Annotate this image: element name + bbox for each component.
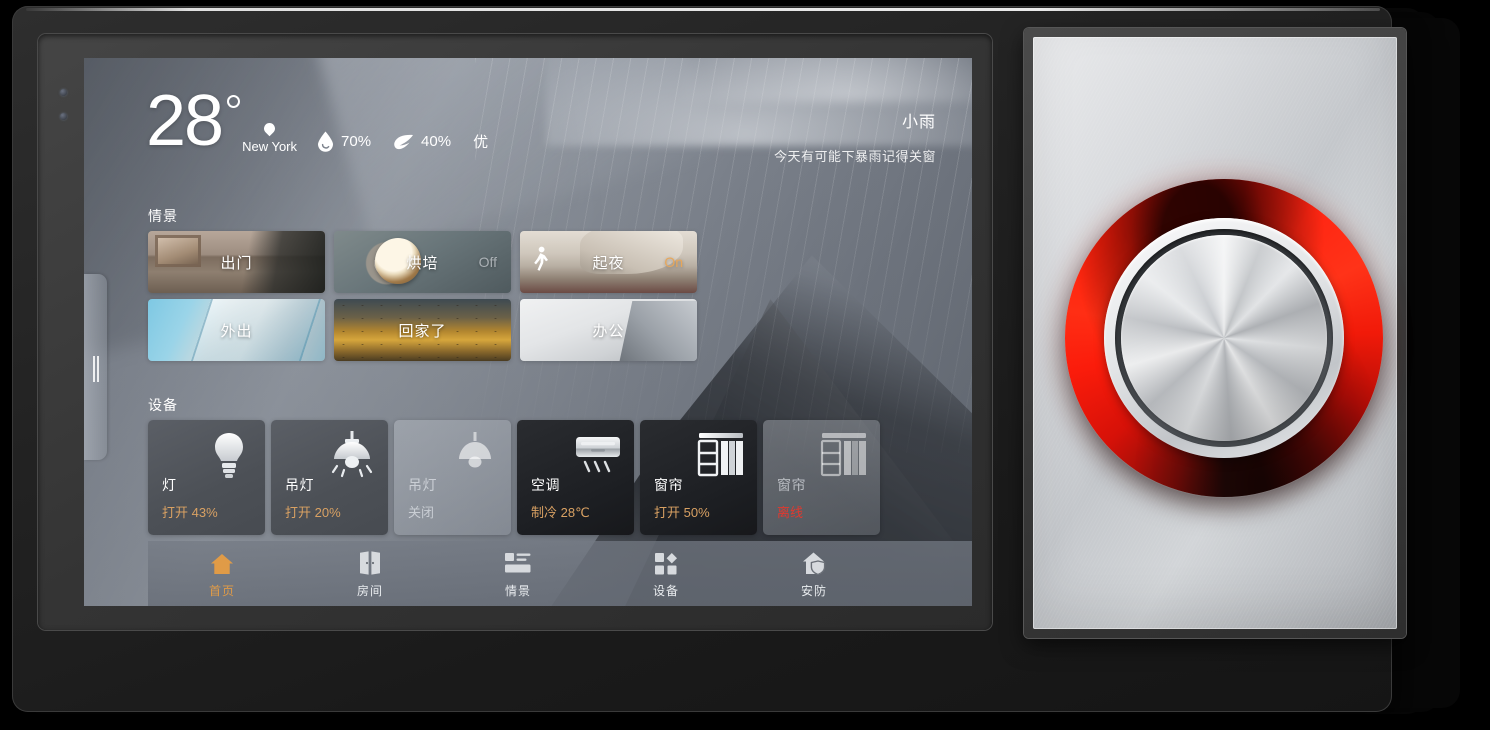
air-conditioner-icon (572, 429, 624, 481)
drawer-grip-icon (93, 356, 99, 382)
nav-label: 情景 (504, 583, 531, 598)
device-name: 窗帘 (777, 477, 806, 493)
curtain-offline-icon (818, 429, 870, 481)
scene-card[interactable]: 起夜 On (520, 231, 697, 293)
device-body: 28 New York 70% 40% 优 小雨 今天有可能下暴雨记得关窗 情景… (12, 6, 1406, 712)
device-name: 窗帘 (654, 477, 683, 493)
scene-grid: 出门 烘培 Off 起夜 On 外出 回家了 办公 (148, 231, 697, 361)
scene-icon (505, 549, 531, 575)
device-status: 离线 (777, 505, 804, 520)
device-name: 吊灯 (285, 477, 314, 493)
temperature-value: 28 (146, 81, 224, 161)
knob-panel-plate (1033, 37, 1399, 629)
device-card[interactable]: 灯打开 43% (148, 420, 265, 535)
scene-name: 出门 (220, 254, 253, 272)
device-card[interactable]: 吊灯打开 20% (271, 420, 388, 535)
device-row: 灯打开 43% 吊灯 打开 20% 吊灯 关闭 空调 制冷 28℃ 窗帘 打开 … (148, 420, 880, 535)
pm-metric: 40% (393, 133, 451, 150)
nav-item-devices[interactable]: 设备 (592, 549, 740, 599)
touch-screen: 28 New York 70% 40% 优 小雨 今天有可能下暴雨记得关窗 情景… (84, 58, 972, 606)
rotary-dimmer-knob[interactable] (1049, 163, 1399, 513)
sensor-dot (60, 89, 67, 96)
walking-person-icon (533, 246, 549, 278)
scene-state-label: On (664, 254, 683, 270)
air-quality-label: 优 (473, 134, 489, 152)
device-status: 打开 43% (162, 505, 218, 520)
pendant-lamp-off-icon (449, 429, 501, 481)
devices-section-title: 设备 (148, 397, 178, 413)
scene-name: 烘培 (406, 254, 439, 272)
scene-name: 起夜 (592, 254, 625, 272)
device-card[interactable]: 空调制冷 28℃ (517, 420, 634, 535)
security-icon (802, 549, 826, 575)
scene-card[interactable]: 烘培 Off (334, 231, 511, 293)
map-pin-icon (261, 120, 278, 137)
scene-card[interactable]: 外出 (148, 299, 325, 361)
leaf-icon (393, 134, 414, 150)
nav-item-security[interactable]: 安防 (740, 549, 888, 599)
nav-item-scene[interactable]: 情景 (444, 549, 592, 599)
device-status: 关闭 (408, 505, 435, 520)
humidity-value: 70% (341, 133, 372, 151)
weather-condition-block: 小雨 今天有可能下暴雨记得关窗 (774, 108, 936, 165)
devices-icon (655, 549, 677, 575)
home-icon (210, 549, 234, 575)
curtain-icon (695, 429, 747, 481)
pm-value: 40% (421, 133, 452, 151)
home-dashboard: 28 New York 70% 40% 优 小雨 今天有可能下暴雨记得关窗 情景… (84, 58, 972, 606)
weather-widget[interactable]: 28 New York 70% 40% 优 (146, 81, 489, 161)
device-name: 灯 (162, 477, 177, 493)
device-name: 吊灯 (408, 477, 437, 493)
side-drawer-handle[interactable] (84, 274, 107, 460)
scene-name: 办公 (592, 322, 625, 340)
nav-item-home[interactable]: 首页 (148, 549, 296, 599)
scenes-section-title: 情景 (148, 208, 178, 224)
scene-name: 回家了 (398, 322, 447, 340)
device-card[interactable]: 吊灯 关闭 (394, 420, 511, 535)
device-card[interactable]: 窗帘 离线 (763, 420, 880, 535)
device-status: 打开 20% (285, 505, 341, 520)
scene-card[interactable]: 出门 (148, 231, 325, 293)
nav-label: 首页 (208, 583, 235, 598)
scene-name: 外出 (220, 322, 253, 340)
knob-panel-bezel (1024, 28, 1406, 638)
nav-label: 设备 (652, 583, 679, 598)
humidity-metric: 70% (317, 131, 372, 153)
device-top-highlight (26, 8, 1380, 11)
scene-card[interactable]: 回家了 (334, 299, 511, 361)
room-icon (359, 549, 381, 575)
nav-label: 安防 (800, 583, 827, 598)
pendant-lamp-icon (326, 429, 378, 481)
knob-metal-face[interactable] (1121, 235, 1327, 441)
nav-item-room[interactable]: 房间 (296, 549, 444, 599)
weather-condition: 小雨 (901, 114, 936, 131)
microphone-dot (60, 113, 67, 120)
bezel-sensor-dots (60, 89, 67, 137)
light-bulb-icon (203, 429, 255, 481)
water-drop-icon (317, 131, 334, 153)
device-status: 打开 50% (654, 505, 710, 520)
device-name: 空调 (531, 477, 560, 493)
screenshot-stage: 28 New York 70% 40% 优 小雨 今天有可能下暴雨记得关窗 情景… (0, 0, 1490, 730)
city-label: New York (242, 139, 298, 155)
scene-state-label: Off (478, 254, 497, 270)
device-status: 制冷 28℃ (531, 505, 590, 520)
weather-tip: 今天有可能下暴雨记得关窗 (773, 149, 936, 164)
bottom-navigation-bar: 首页 房间 情景 设备 安防 (148, 541, 972, 606)
knob-face-sheen (1121, 235, 1327, 441)
nav-label: 房间 (356, 583, 383, 598)
touch-panel-bezel: 28 New York 70% 40% 优 小雨 今天有可能下暴雨记得关窗 情景… (38, 34, 992, 630)
device-card[interactable]: 窗帘打开 50% (640, 420, 757, 535)
scene-card[interactable]: 办公 (520, 299, 697, 361)
degree-symbol-icon (227, 95, 241, 109)
